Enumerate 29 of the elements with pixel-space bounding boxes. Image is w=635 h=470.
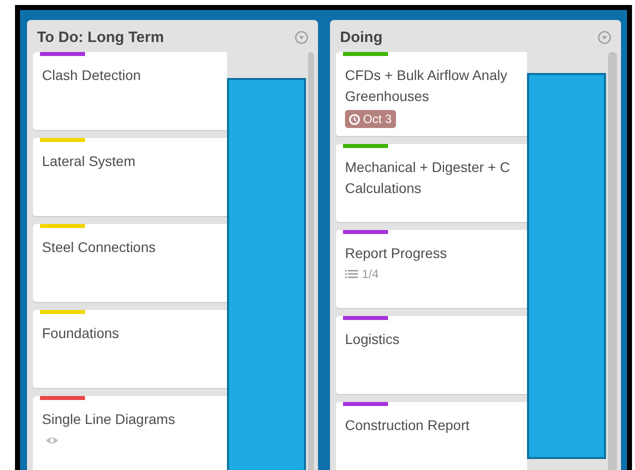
- card-title: Single Line Diagrams: [42, 410, 176, 429]
- card[interactable]: Construction Report: [336, 402, 527, 470]
- scrollbar[interactable]: [608, 52, 617, 470]
- card-title: Foundations: [42, 324, 120, 343]
- list-title: Doing: [340, 29, 382, 46]
- card[interactable]: Clash Detection: [33, 52, 227, 130]
- card[interactable]: Report Progress 1/4: [336, 230, 527, 308]
- card-title: Logistics: [345, 330, 400, 349]
- list-menu-icon[interactable]: [295, 31, 308, 44]
- card[interactable]: Steel Connections: [33, 224, 227, 302]
- list-menu-icon[interactable]: [598, 31, 611, 44]
- card-title: Mechanical + Digester + C Calculations: [345, 158, 511, 198]
- card[interactable]: CFDs + Bulk Airflow Analy Greenhouses Oct 3: [336, 52, 527, 136]
- scrollbar[interactable]: [308, 52, 314, 470]
- card-title: CFDs + Bulk Airflow Analy Greenhouses: [345, 66, 508, 106]
- card-title: Lateral System: [42, 152, 136, 171]
- list-title: To Do: Long Term: [37, 29, 164, 46]
- due-date-badge: Oct 3: [345, 110, 396, 128]
- card[interactable]: Single Line Diagrams: [33, 396, 227, 470]
- card[interactable]: Logistics: [336, 316, 527, 394]
- card[interactable]: Foundations: [33, 310, 227, 388]
- eye-icon: [45, 436, 59, 445]
- card-title: Report Progress: [345, 244, 448, 263]
- checklist-badge: 1/4: [345, 267, 379, 281]
- card-title: Steel Connections: [42, 238, 157, 257]
- card-title: Clash Detection: [42, 66, 142, 85]
- card[interactable]: Lateral System: [33, 138, 227, 216]
- card-title: Construction Report: [345, 416, 471, 435]
- card[interactable]: Mechanical + Digester + C Calculations: [336, 144, 527, 222]
